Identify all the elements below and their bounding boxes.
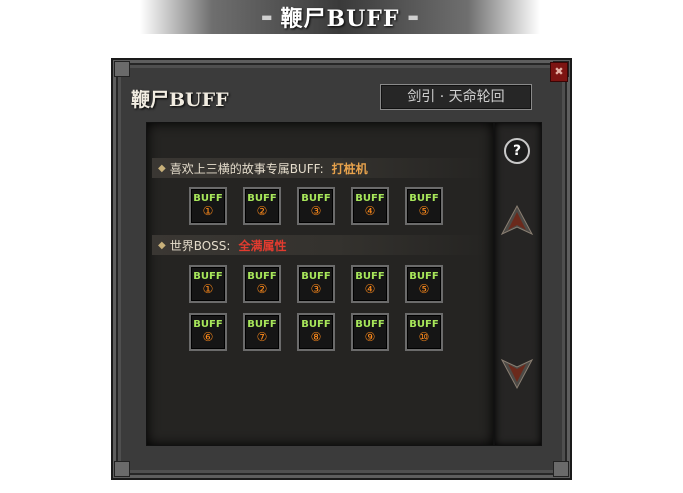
frame-corner xyxy=(553,461,569,477)
buff-window: ✖ 鞭尸BUFF 剑引 · 天命轮回 ◆ 喜欢上三横的故事专属BUFF: 打桩机… xyxy=(111,58,572,480)
buff-list-panel: ◆ 喜欢上三横的故事专属BUFF: 打桩机 BUFF ① BUFF ② BUFF ③ … xyxy=(146,122,494,446)
frame-corner xyxy=(114,61,130,77)
window-title: 鞭尸BUFF xyxy=(131,89,229,111)
buff-slot[interactable]: BUFF ③ xyxy=(297,187,335,225)
buff-slot[interactable]: BUFF ⑨ xyxy=(351,313,389,351)
section-value: 全满属性 xyxy=(238,238,287,253)
buff-slot[interactable]: BUFF ④ xyxy=(351,187,389,225)
buff-slot[interactable]: BUFF ① xyxy=(189,187,227,225)
section-label: 喜欢上三横的故事专属BUFF: xyxy=(169,161,324,176)
buff-row: BUFF ① BUFF ② BUFF ③ BUFF ④ BUFF ⑤ xyxy=(189,265,443,303)
buff-row: BUFF ⑥ BUFF ⑦ BUFF ⑧ BUFF ⑨ BUFF ⑩ xyxy=(189,313,443,351)
buff-slot[interactable]: BUFF ⑤ xyxy=(405,265,443,303)
close-button[interactable]: ✖ xyxy=(550,62,568,82)
section-header-exclusive: ◆ 喜欢上三横的故事专属BUFF: 打桩机 xyxy=(152,158,486,178)
buff-slot[interactable]: BUFF ③ xyxy=(297,265,335,303)
buff-slot[interactable]: BUFF ⑥ xyxy=(189,313,227,351)
scroll-up-arrow-icon[interactable] xyxy=(499,203,535,239)
banner-dash-right: ▬ xyxy=(407,10,419,24)
scroll-down-arrow-icon[interactable] xyxy=(499,355,535,391)
frame-corner xyxy=(114,461,130,477)
diamond-bullet-icon: ◆ xyxy=(158,239,166,251)
buff-slot[interactable]: BUFF ⑧ xyxy=(297,313,335,351)
top-banner: ▬ 鞭尸BUFF ▬ xyxy=(140,0,540,34)
buff-slot[interactable]: BUFF ⑩ xyxy=(405,313,443,351)
character-name-box: 剑引 · 天命轮回 xyxy=(380,84,532,110)
banner-dash-left: ▬ xyxy=(261,10,273,24)
buff-row: BUFF ① BUFF ② BUFF ③ BUFF ④ BUFF ⑤ xyxy=(189,187,443,225)
section-header-world-boss: ◆ 世界BOSS: 全满属性 xyxy=(152,235,486,255)
buff-slot[interactable]: BUFF ① xyxy=(189,265,227,303)
diamond-bullet-icon: ◆ xyxy=(158,162,166,174)
buff-slot[interactable]: BUFF ⑦ xyxy=(243,313,281,351)
buff-slot[interactable]: BUFF ② xyxy=(243,187,281,225)
help-button[interactable]: ? xyxy=(504,138,530,164)
banner-title: 鞭尸BUFF xyxy=(280,6,400,32)
scroll-bar[interactable]: ? xyxy=(494,122,542,446)
section-label: 世界BOSS: xyxy=(169,238,231,253)
section-value: 打桩机 xyxy=(331,161,368,176)
buff-slot[interactable]: BUFF ② xyxy=(243,265,281,303)
buff-slot[interactable]: BUFF ④ xyxy=(351,265,389,303)
buff-slot[interactable]: BUFF ⑤ xyxy=(405,187,443,225)
